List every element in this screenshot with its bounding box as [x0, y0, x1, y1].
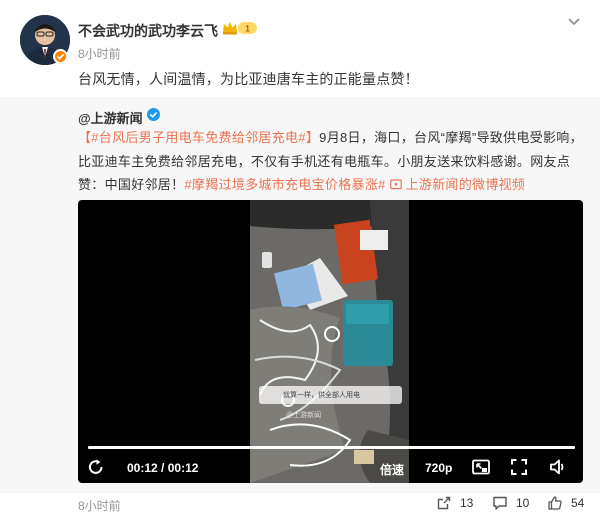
- video-current-time: 00:12: [127, 461, 158, 475]
- video-time-display: 00:12 / 00:12: [127, 461, 198, 475]
- comment-count: 10: [516, 496, 530, 510]
- fullscreen-icon[interactable]: [509, 457, 529, 477]
- like-button[interactable]: 54: [547, 495, 584, 511]
- repost-text-line-2: 比亚迪车主免费给邻居充电，不仅有手机还有电瓶车。小朋友送来饮料感谢。网友点: [78, 154, 571, 169]
- share-icon: [437, 496, 451, 510]
- video-link-icon: [389, 179, 402, 190]
- vip-level-number: 1: [245, 24, 250, 34]
- video-source-link[interactable]: 上游新闻的微博视频: [389, 177, 526, 192]
- repost-count: 13: [460, 496, 474, 510]
- video-frame: [250, 200, 409, 483]
- video-quality-button[interactable]: 720p: [425, 461, 452, 475]
- replay-icon[interactable]: [86, 457, 106, 477]
- post-timestamp[interactable]: 8小时前: [78, 45, 121, 62]
- video-caption-bubble: 就算一样，供全部人用电: [259, 386, 402, 404]
- repost-text-segment: 赞：中国好邻居！: [78, 177, 185, 192]
- video-source-link-label: 上游新闻的微博视频: [405, 177, 526, 192]
- video-progress-fill: [88, 446, 575, 449]
- verified-badge-icon: [53, 49, 68, 64]
- video-duration: 00:12: [167, 461, 199, 475]
- more-options-chevron-icon[interactable]: [566, 13, 582, 29]
- blue-verified-icon: [147, 108, 160, 121]
- repost-timestamp[interactable]: 8小时前: [78, 497, 121, 514]
- comment-button[interactable]: 10: [492, 495, 529, 511]
- repost-source-name[interactable]: @上游新闻: [78, 108, 143, 127]
- picture-in-picture-icon[interactable]: [471, 457, 491, 477]
- video-watermark: @上游新闻: [286, 412, 322, 419]
- comment-icon: [493, 496, 507, 510]
- thumbs-up-icon: [548, 496, 562, 510]
- topic-tag-link[interactable]: 【#台风后男子用电车免费给邻居充电#】: [78, 130, 319, 145]
- volume-icon[interactable]: [548, 457, 568, 477]
- topic-tag-link[interactable]: #摩羯过境多城市充电宝价格暴涨#: [184, 177, 385, 192]
- video-time-separator: /: [161, 461, 165, 475]
- vip-level-badge[interactable]: 1: [222, 20, 258, 36]
- repost-button[interactable]: 13: [436, 495, 473, 511]
- video-player[interactable]: @上游新闻 就算一样，供全部人用电: [78, 200, 583, 483]
- author-name[interactable]: 不会武功的武功李云飞: [78, 21, 218, 41]
- playback-speed-button[interactable]: 倍速: [380, 461, 404, 478]
- repost-text-line-3: 赞：中国好邻居！#摩羯过境多城市充电宝价格暴涨# 上游新闻的微博视频: [78, 174, 525, 193]
- repost-text-line-1: 【#台风后男子用电车免费给邻居充电#】9月8日，海口，台风“摩羯”导致供电受影响…: [78, 127, 583, 146]
- video-progress-bar[interactable]: [88, 446, 575, 449]
- post-text: 台风无情，人间温情，为比亚迪唐车主的正能量点赞！: [78, 71, 419, 87]
- like-count: 54: [571, 496, 585, 510]
- repost-text-segment: 9月8日，海口，台风“摩羯”导致供电受影响，: [319, 130, 583, 145]
